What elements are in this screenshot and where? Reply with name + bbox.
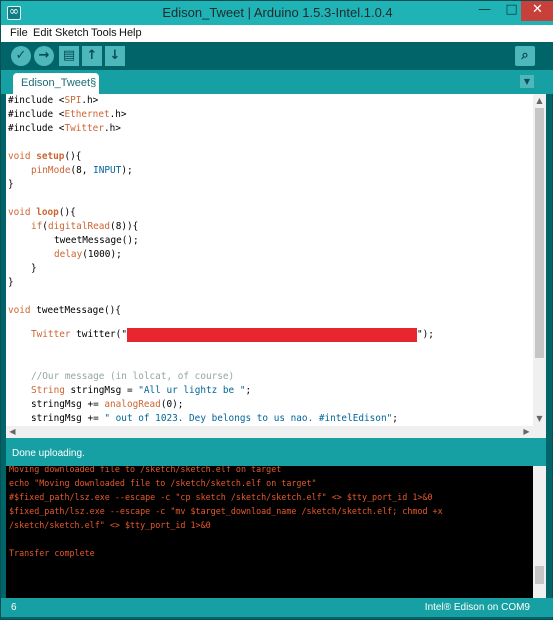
code-line: pinMode(8, INPUT);	[31, 165, 133, 176]
console-line: $fixed_path/lsz.exe --escape -c "mv $tar…	[9, 506, 443, 516]
tab-menu-chevron-down-icon[interactable]: ▼	[520, 75, 534, 88]
code-line: }	[31, 263, 37, 274]
status-message: Done uploading.	[12, 448, 85, 459]
console-line: /sketch/sketch.elf" <> $tty_port_id 1>&0	[9, 520, 211, 530]
close-button[interactable]: ✕	[521, 1, 553, 21]
editor-horizontal-scrollbar[interactable]: ◀ ▶	[6, 426, 533, 438]
console-line: Moving downloaded file to /sketch/sketch…	[9, 466, 282, 474]
code-line: delay(1000);	[54, 249, 122, 260]
console-line: #$fixed_path/lsz.exe --escape -c "cp ske…	[9, 492, 433, 502]
scroll-left-icon[interactable]: ◀	[6, 426, 19, 438]
arduino-ide-window: Edison_Tweet | Arduino 1.5.3-Intel.1.0.4…	[0, 0, 553, 620]
minimize-button[interactable]: —	[471, 1, 498, 21]
scrollbar-thumb[interactable]	[535, 566, 544, 584]
code-line: stringMsg += analogRead(0);	[31, 399, 184, 410]
verify-button[interactable]: ✓	[11, 46, 31, 66]
code-line: void loop(){	[8, 207, 76, 218]
console-line: Transfer complete	[9, 548, 95, 558]
serial-monitor-button[interactable]: ⌕	[515, 46, 535, 66]
console-output[interactable]: Moving downloaded file to /sketch/sketch…	[6, 466, 533, 598]
redacted-token	[126, 328, 417, 342]
editor-vertical-scrollbar[interactable]: ▲ ▼	[533, 94, 546, 426]
scrollbar-corner	[533, 426, 546, 438]
save-sketch-button[interactable]: ↓	[105, 46, 125, 66]
code-editor[interactable]: #include <SPI.h> #include <Ethernet.h> #…	[6, 94, 546, 426]
code-line: #include <Ethernet.h>	[8, 109, 127, 120]
code-line: tweetMessage();	[54, 235, 139, 246]
code-line: }	[8, 277, 14, 288]
scrollbar-thumb[interactable]	[535, 108, 544, 358]
toolbar: ✓ → ▤ ↑ ↓ ⌕	[1, 42, 553, 70]
new-sketch-button[interactable]: ▤	[59, 46, 79, 66]
scroll-up-icon[interactable]: ▲	[533, 94, 546, 108]
status-bar: Done uploading.	[6, 438, 546, 466]
menu-file[interactable]: File	[10, 27, 28, 39]
menu-edit[interactable]: Edit	[33, 27, 52, 39]
code-line: Twitter twitter(" ");	[31, 328, 434, 342]
code-line: }	[8, 179, 14, 190]
board-port-label: Intel® Edison on COM9	[424, 602, 530, 613]
console-line: echo "Moving downloaded file to /sketch/…	[9, 478, 317, 488]
code-comment: //Our message (in lolcat, of course)	[31, 371, 235, 382]
code-line: if(digitalRead(8)){	[31, 221, 139, 232]
open-sketch-button[interactable]: ↑	[82, 46, 102, 66]
menu-help[interactable]: Help	[119, 27, 142, 39]
menu-tools[interactable]: Tools	[91, 27, 117, 39]
line-number: 6	[11, 602, 17, 613]
menu-bar: File Edit Sketch Tools Help	[1, 25, 553, 42]
code-line: void setup(){	[8, 151, 82, 162]
scroll-down-icon[interactable]: ▼	[533, 412, 546, 426]
menu-sketch[interactable]: Sketch	[55, 27, 89, 39]
console-vertical-scrollbar[interactable]	[533, 466, 546, 598]
tab-strip: Edison_Tweet§ ▼	[1, 70, 553, 94]
scroll-right-icon[interactable]: ▶	[520, 426, 533, 438]
code-line: void tweetMessage(){	[8, 305, 121, 316]
code-line: String stringMsg = "All ur lightz be ";	[31, 385, 252, 396]
tab-edison-tweet[interactable]: Edison_Tweet§	[13, 73, 99, 94]
code-line: #include <SPI.h>	[8, 95, 99, 106]
code-line: stringMsg += " out of 1023. Dey belongs …	[31, 413, 398, 424]
footer-bar: 6 Intel® Edison on COM9	[1, 598, 553, 617]
code-line: #include <Twitter.h>	[8, 123, 121, 134]
title-bar[interactable]: Edison_Tweet | Arduino 1.5.3-Intel.1.0.4…	[1, 1, 553, 25]
upload-button[interactable]: →	[34, 46, 54, 66]
